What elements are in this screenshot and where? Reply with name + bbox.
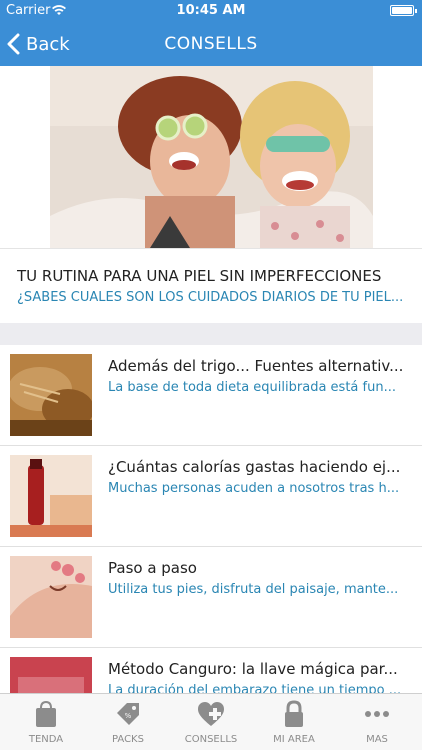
tab-packs[interactable]: % PACKS	[86, 694, 170, 751]
article-title: ¿Cuántas calorías gastas haciendo ej...	[108, 458, 401, 476]
status-bar: Carrier 10:45 AM	[0, 0, 422, 22]
article-list[interactable]: Además del trigo... Fuentes alternativ..…	[0, 345, 422, 693]
tab-mas[interactable]: MAS	[335, 694, 419, 751]
battery-icon	[390, 5, 417, 16]
article-title: Método Canguro: la llave mágica par...	[108, 660, 398, 678]
featured-image[interactable]	[50, 66, 373, 248]
article-thumbnail	[10, 556, 92, 638]
fitness-photo	[10, 455, 92, 537]
article-summary: La base de toda dieta equilibrada está f…	[108, 380, 396, 395]
heart-plus-icon	[198, 702, 224, 726]
featured-subtitle: ¿SABES CUALES SON LOS CUIDADOS DIARIOS D…	[17, 290, 404, 305]
shopping-bag-icon	[36, 700, 56, 727]
featured-article[interactable]: TU RUTINA PARA UNA PIEL SIN IMPERFECCION…	[0, 248, 422, 323]
tab-label: MI AREA	[273, 734, 315, 745]
list-item[interactable]: Además del trigo... Fuentes alternativ..…	[0, 345, 422, 446]
list-item[interactable]: Paso a paso Utiliza tus pies, disfruta d…	[0, 547, 422, 648]
page-title: CONSELLS	[164, 34, 258, 54]
list-item[interactable]: Método Canguro: la llave mágica par... L…	[0, 648, 422, 693]
featured-photo	[50, 66, 373, 248]
bread-photo	[10, 354, 92, 436]
article-summary: La duración del embarazo tiene un tiempo…	[108, 683, 402, 693]
article-thumbnail	[10, 657, 92, 693]
tab-label: CONSELLS	[184, 734, 238, 745]
lock-icon	[285, 700, 303, 727]
article-summary: Muchas personas acuden a nosotros tras h…	[108, 481, 400, 496]
tab-label: MAS	[366, 734, 388, 745]
article-thumbnail	[10, 455, 92, 537]
navigation-bar: Back CONSELLS	[0, 22, 422, 66]
article-title: Además del trigo... Fuentes alternativ..…	[108, 357, 404, 375]
status-time: 10:45 AM	[176, 3, 246, 18]
tab-bar: TENDA % PACKS CONSELLS MI AREA MAS	[0, 693, 422, 750]
article-summary: Utiliza tus pies, disfruta del paisaje, …	[108, 582, 399, 597]
svg-text:%: %	[125, 712, 132, 720]
tab-label: PACKS	[112, 734, 144, 745]
list-item[interactable]: ¿Cuántas calorías gastas haciendo ej... …	[0, 446, 422, 547]
tab-mi-area[interactable]: MI AREA	[252, 694, 336, 751]
article-title: Paso a paso	[108, 559, 197, 577]
feet-photo	[10, 556, 92, 638]
tab-consells[interactable]: CONSELLS	[169, 694, 253, 751]
tab-tenda[interactable]: TENDA	[4, 694, 88, 751]
tab-label: TENDA	[28, 734, 64, 745]
section-separator	[0, 323, 422, 345]
more-dots-icon	[365, 711, 389, 717]
book-cover-photo	[10, 657, 92, 693]
article-thumbnail	[10, 354, 92, 436]
featured-title: TU RUTINA PARA UNA PIEL SIN IMPERFECCION…	[17, 267, 382, 285]
price-tag-icon: %	[117, 703, 139, 725]
